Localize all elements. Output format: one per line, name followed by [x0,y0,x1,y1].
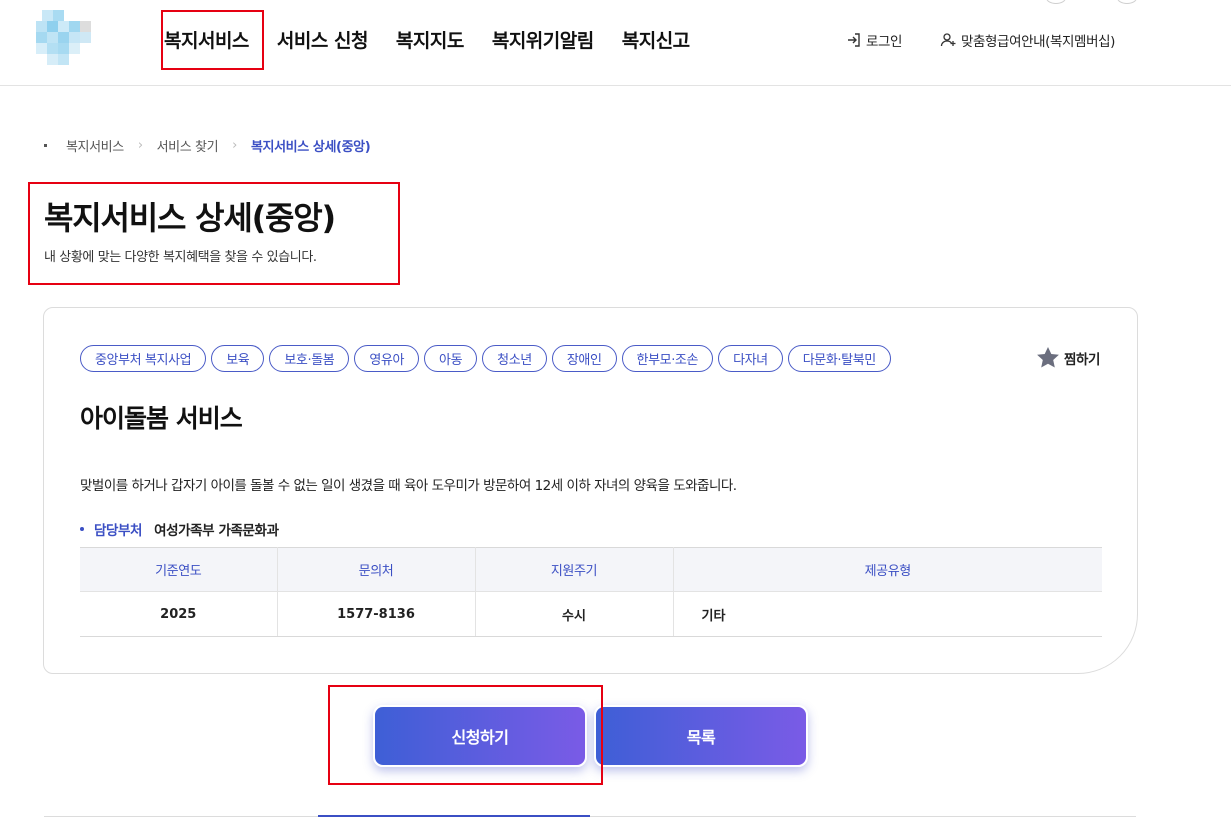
table-cell: 1577-8136 [277,591,476,637]
table-header: 지원주기 [475,547,674,592]
department-info: 담당부처 여성가족부 가족문화과 [80,519,279,539]
login-label: 로그인 [866,34,903,50]
login-link[interactable]: 로그인 [846,30,902,50]
table-cell: 기타 [673,591,1102,637]
breadcrumb: 복지서비스 › 서비스 찾기 › 복지서비스 상세(중앙) [44,136,371,155]
category-tag[interactable]: 아동 [424,345,478,372]
list-button[interactable]: 목록 [594,705,808,767]
category-tag[interactable]: 보육 [211,345,265,372]
category-tag[interactable]: 다문화·탈북민 [787,345,891,372]
table-header: 기준연도 [80,547,278,592]
category-tag[interactable]: 한부모·조손 [621,345,714,372]
favorite-button[interactable]: 찜하기 [1036,346,1100,369]
service-description: 맞벌이를 하거나 갑자기 아이를 돌볼 수 없는 일이 생겼을 때 육아 도우미… [80,478,737,494]
highlight-box-nav [161,10,264,70]
service-info-table: 기준연도 문의처 지원주기 제공유형 2025 1577-8136 수시 기타 [80,547,1102,637]
highlight-box-apply [328,685,603,785]
breadcrumb-item[interactable]: 서비스 찾기 [157,136,219,155]
highlight-box-title [28,182,400,285]
bullet-dot [80,527,84,531]
table-cell: 2025 [80,591,278,637]
favorite-label: 찜하기 [1063,351,1100,368]
department-label: 담당부처 [94,523,143,539]
star-icon [1037,347,1059,368]
table-row: 2025 1577-8136 수시 기타 [80,591,1102,637]
tab-bar-divider [44,816,1136,817]
category-tag[interactable]: 장애인 [551,345,617,372]
category-tag[interactable]: 영유아 [354,345,420,372]
table-header: 제공유형 [673,547,1102,592]
service-title: 아이돌봄 서비스 [80,404,243,433]
breadcrumb-item[interactable]: 복지서비스 [66,136,124,155]
nav-welfare-report[interactable]: 복지신고 [608,18,704,61]
category-tags: 중앙부처 복지사업 보육 보호·돌봄 영유아 아동 청소년 장애인 한부모·조손… [80,345,896,372]
category-tag[interactable]: 중앙부처 복지사업 [80,345,207,372]
service-detail-card: 중앙부처 복지사업 보육 보호·돌봄 영유아 아동 청소년 장애인 한부모·조손… [43,307,1138,674]
tab-active[interactable] [318,815,590,819]
department-value: 여성가족부 가족문화과 [154,523,279,539]
top-utility-button[interactable] [1117,0,1137,4]
top-utility-button[interactable] [1046,0,1066,4]
table-cell: 수시 [475,591,674,637]
category-tag[interactable]: 보호·돌봄 [269,345,350,372]
site-logo[interactable] [34,8,102,65]
membership-label: 맞춤형급여안내(복지멤버십) [961,34,1115,50]
chevron-right-icon: › [232,138,237,153]
membership-link[interactable]: 맞춤형급여안내(복지멤버십) [940,30,1115,50]
chevron-right-icon: › [137,138,143,153]
user-add-icon [940,33,956,47]
category-tag[interactable]: 다자녀 [718,345,783,372]
breadcrumb-bullet [44,144,47,147]
table-header: 문의처 [277,547,476,592]
nav-welfare-map[interactable]: 복지지도 [382,18,478,61]
nav-service-apply[interactable]: 서비스 신청 [263,18,382,61]
breadcrumb-current[interactable]: 복지서비스 상세(중앙) [251,136,371,155]
login-icon [848,33,860,47]
category-tag[interactable]: 청소년 [482,345,547,372]
nav-crisis-alert[interactable]: 복지위기알림 [478,18,608,61]
